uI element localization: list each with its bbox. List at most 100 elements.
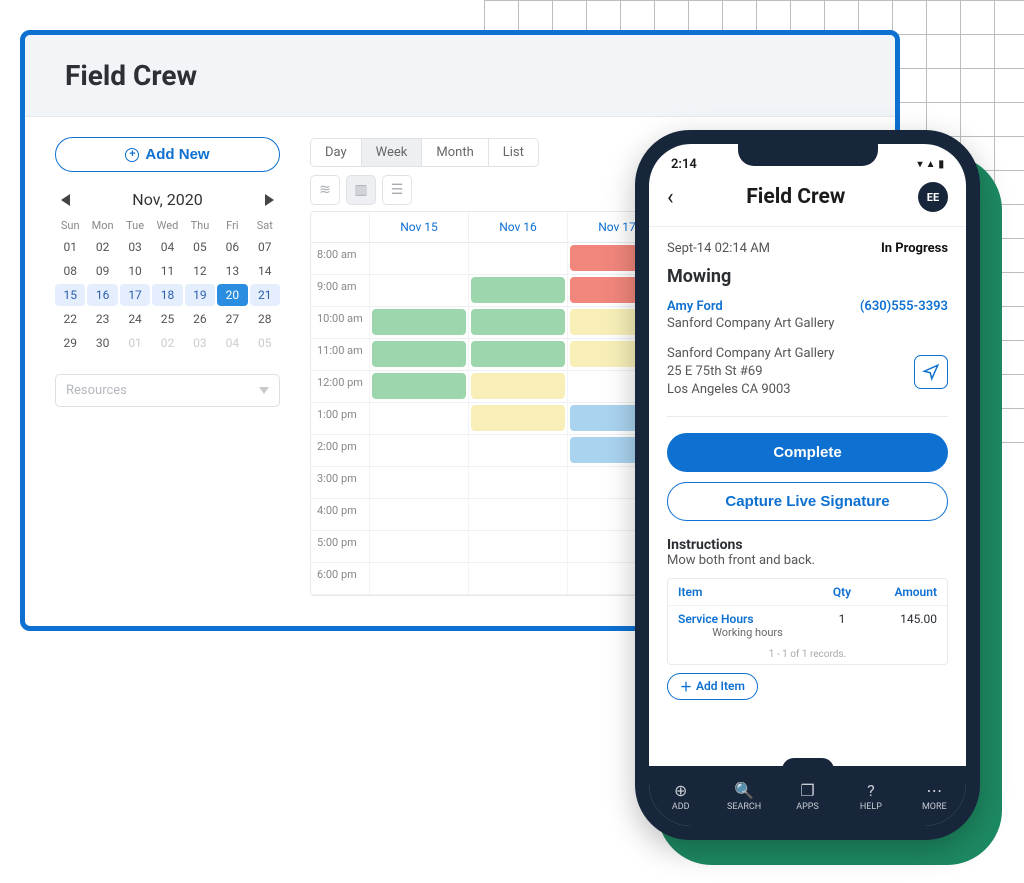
view-option-week[interactable]: Week	[362, 139, 423, 166]
calendar-day[interactable]: 07	[250, 236, 280, 258]
event-block[interactable]	[471, 373, 565, 399]
schedule-cell[interactable]	[468, 307, 567, 338]
schedule-cell[interactable]	[468, 531, 567, 562]
calendar-day[interactable]: 13	[217, 260, 247, 282]
schedule-cell[interactable]	[468, 339, 567, 370]
calendar-day[interactable]: 02	[87, 236, 117, 258]
calendar-day[interactable]: 23	[87, 308, 117, 330]
layers-icon[interactable]: ≋	[310, 175, 340, 205]
calendar-day[interactable]: 09	[87, 260, 117, 282]
schedule-cell[interactable]	[369, 403, 468, 434]
date-header[interactable]: Nov 16	[468, 212, 567, 242]
battery-icon: ▮	[938, 159, 944, 170]
tab-more[interactable]: ⋯MORE	[903, 766, 966, 826]
schedule-cell[interactable]	[468, 275, 567, 306]
calendar-day[interactable]: 01	[55, 236, 85, 258]
resources-select[interactable]: Resources	[55, 374, 280, 407]
schedule-cell[interactable]	[369, 243, 468, 274]
table-row[interactable]: Service Hours Working hours 1 145.00	[668, 606, 947, 645]
columns-icon[interactable]: ▥	[346, 175, 376, 205]
contact-phone-link[interactable]: (630)555-3393	[860, 299, 948, 314]
avatar[interactable]: EE	[918, 182, 948, 212]
calendar-day[interactable]: 05	[250, 332, 280, 354]
item-qty: 1	[817, 612, 867, 639]
view-option-month[interactable]: Month	[422, 139, 488, 166]
date-header[interactable]: Nov 15	[369, 212, 468, 242]
view-option-day[interactable]: Day	[311, 139, 362, 166]
schedule-cell[interactable]	[468, 499, 567, 530]
calendar-day[interactable]: 04	[217, 332, 247, 354]
calendar-day[interactable]: 24	[120, 308, 150, 330]
schedule-cell[interactable]	[468, 243, 567, 274]
schedule-cell[interactable]	[468, 563, 567, 594]
col-qty[interactable]: Qty	[817, 585, 867, 599]
calendar-day[interactable]: 05	[185, 236, 215, 258]
schedule-cell[interactable]	[369, 499, 468, 530]
tab-apps[interactable]: ❐APPS	[776, 766, 839, 826]
event-block[interactable]	[471, 405, 565, 431]
schedule-cell[interactable]	[468, 435, 567, 466]
calendar-day[interactable]: 28	[250, 308, 280, 330]
event-block[interactable]	[471, 277, 565, 303]
schedule-cell[interactable]	[369, 339, 468, 370]
event-block[interactable]	[372, 309, 466, 335]
calendar-day[interactable]: 04	[152, 236, 182, 258]
calendar-day[interactable]: 12	[185, 260, 215, 282]
schedule-cell[interactable]	[369, 563, 468, 594]
add-new-button[interactable]: + Add New	[55, 137, 280, 172]
col-amount[interactable]: Amount	[867, 585, 937, 599]
calendar-day[interactable]: 19	[185, 284, 215, 306]
view-option-list[interactable]: List	[489, 139, 538, 166]
calendar-day[interactable]: 03	[120, 236, 150, 258]
contact-name-link[interactable]: Amy Ford	[667, 299, 723, 314]
calendar-day[interactable]: 02	[152, 332, 182, 354]
schedule-cell[interactable]	[369, 275, 468, 306]
complete-button[interactable]: Complete	[667, 433, 948, 472]
add-item-button[interactable]: ＋ Add Item	[667, 673, 758, 700]
schedule-cell[interactable]	[468, 403, 567, 434]
calendar-day[interactable]: 15	[55, 284, 85, 306]
calendar-day[interactable]: 25	[152, 308, 182, 330]
tab-search[interactable]: 🔍SEARCH	[712, 766, 775, 826]
calendar-day[interactable]: 21	[250, 284, 280, 306]
tab-help[interactable]: ?HELP	[839, 766, 902, 826]
schedule-cell[interactable]	[369, 435, 468, 466]
prev-month-icon[interactable]	[61, 194, 70, 206]
schedule-cell[interactable]	[369, 371, 468, 402]
dow-label: Mon	[87, 217, 117, 234]
calendar-day[interactable]: 29	[55, 332, 85, 354]
calendar-day[interactable]: 22	[55, 308, 85, 330]
navigate-icon[interactable]	[914, 355, 948, 389]
calendar-day[interactable]: 11	[152, 260, 182, 282]
schedule-cell[interactable]	[369, 467, 468, 498]
dow-label: Tue	[120, 217, 150, 234]
event-block[interactable]	[471, 341, 565, 367]
calendar-day[interactable]: 16	[87, 284, 117, 306]
schedule-cell[interactable]	[369, 531, 468, 562]
calendar-day[interactable]: 10	[120, 260, 150, 282]
calendar-day[interactable]: 18	[152, 284, 182, 306]
back-icon[interactable]: ‹	[667, 185, 674, 210]
event-block[interactable]	[372, 373, 466, 399]
calendar-day[interactable]: 06	[217, 236, 247, 258]
schedule-cell[interactable]	[468, 467, 567, 498]
event-block[interactable]	[471, 309, 565, 335]
calendar-day[interactable]: 14	[250, 260, 280, 282]
schedule-cell[interactable]	[369, 307, 468, 338]
event-block[interactable]	[372, 341, 466, 367]
instructions-heading: Instructions	[667, 537, 948, 553]
calendar-day[interactable]: 01	[120, 332, 150, 354]
calendar-day[interactable]: 03	[185, 332, 215, 354]
calendar-day[interactable]: 27	[217, 308, 247, 330]
tab-add[interactable]: ⊕ADD	[649, 766, 712, 826]
capture-signature-button[interactable]: Capture Live Signature	[667, 482, 948, 521]
calendar-day[interactable]: 17	[120, 284, 150, 306]
next-month-icon[interactable]	[265, 194, 274, 206]
calendar-day[interactable]: 20	[217, 284, 247, 306]
rows-icon[interactable]: ☰	[382, 175, 412, 205]
schedule-cell[interactable]	[468, 371, 567, 402]
calendar-day[interactable]: 26	[185, 308, 215, 330]
col-item[interactable]: Item	[678, 585, 817, 599]
calendar-day[interactable]: 30	[87, 332, 117, 354]
calendar-day[interactable]: 08	[55, 260, 85, 282]
